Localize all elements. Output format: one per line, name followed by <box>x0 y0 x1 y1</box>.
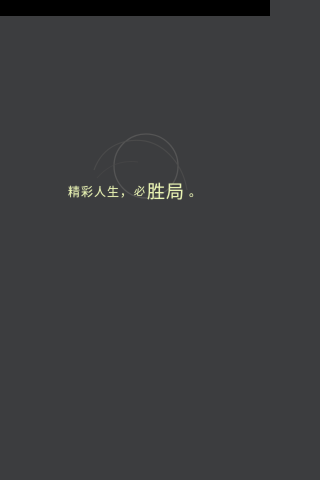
slogan: 精彩人生，必胜局。 <box>68 180 202 204</box>
slogan-part-4: 。 <box>189 185 203 199</box>
slogan-part-1: 精彩人生， <box>67 185 133 199</box>
splash-screen: 精彩人生，必胜局。 <box>0 0 270 480</box>
status-bar <box>0 0 270 16</box>
splash-ring-graphic <box>93 133 188 199</box>
slogan-part-3: 胜局 <box>147 182 185 203</box>
slogan-part-2: 必 <box>133 185 147 198</box>
